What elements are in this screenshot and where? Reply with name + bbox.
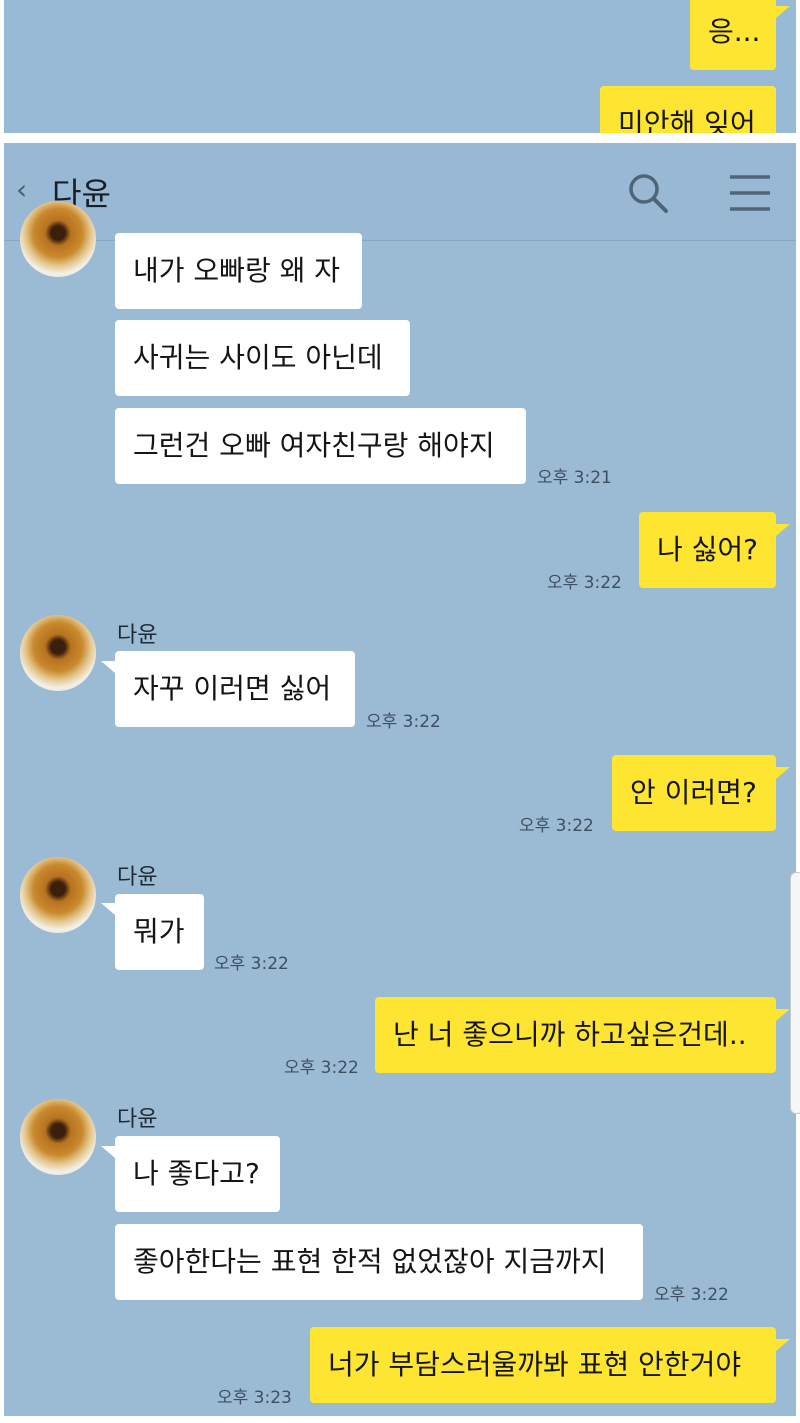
message-text: 자꾸 이러면 싫어 [133, 672, 332, 705]
sender-name: 다윤 [117, 623, 158, 648]
message-bubble-incoming[interactable]: 자꾸 이러면 싫어 [115, 651, 355, 727]
message-timestamp: 오후 3:22 [214, 954, 289, 974]
message-bubble-outgoing[interactable]: 미안해 잊어 [600, 86, 776, 133]
bubble-tail [101, 903, 115, 915]
bubble-tail [776, 1339, 790, 1351]
message-bubble-incoming[interactable]: 내가 오빠랑 왜 자 [115, 233, 362, 309]
avatar[interactable] [20, 857, 96, 933]
chat-screen: ‹ 다윤 내가 오빠랑 왜 자 사귀는 사이도 아닌데 그런건 오빠 여자친구랑… [4, 143, 796, 1416]
message-text: 나 싫어? [657, 533, 759, 566]
bubble-tail [776, 6, 790, 18]
bubble-tail [776, 524, 790, 536]
sender-name: 다윤 [117, 865, 158, 890]
message-text: 응... [708, 15, 761, 48]
message-timestamp: 오후 3:22 [654, 1285, 729, 1305]
message-bubble-incoming[interactable]: 사귀는 사이도 아닌데 [115, 320, 410, 396]
chat-header: ‹ 다윤 [4, 143, 796, 241]
bubble-tail [776, 767, 790, 779]
message-text: 그런건 오빠 여자친구랑 해야지 [133, 429, 495, 462]
message-timestamp: 오후 3:22 [547, 573, 622, 593]
message-text: 뭐가 [133, 915, 185, 948]
message-timestamp: 오후 3:21 [537, 468, 612, 488]
message-text: 좋아한다는 표현 한적 없었잖아 지금까지 [133, 1245, 607, 1278]
bubble-tail [101, 1146, 115, 1158]
message-timestamp: 오후 3:23 [217, 1388, 292, 1408]
chevron-left-icon[interactable]: ‹ [16, 173, 27, 206]
bubble-tail [776, 1009, 790, 1021]
previous-chat-strip: 응... 미안해 잊어 [4, 0, 796, 133]
message-timestamp: 오후 3:22 [284, 1058, 359, 1078]
message-text: 나 좋다고? [133, 1157, 260, 1190]
message-bubble-incoming[interactable]: 좋아한다는 표현 한적 없었잖아 지금까지 [115, 1224, 643, 1300]
message-text: 너가 부담스러울까봐 표현 안한거야 [328, 1348, 742, 1381]
message-bubble-outgoing[interactable]: 안 이러면? [612, 755, 776, 831]
message-bubble-outgoing[interactable]: 너가 부담스러울까봐 표현 안한거야 [310, 1327, 776, 1403]
message-text: 미안해 잊어 [618, 107, 756, 133]
message-timestamp: 오후 3:22 [519, 816, 594, 836]
message-text: 난 너 좋으니까 하고싶은건데.. [393, 1018, 747, 1051]
hamburger-menu-icon[interactable] [726, 171, 774, 215]
avatar[interactable] [20, 615, 96, 691]
message-bubble-outgoing[interactable]: 난 너 좋으니까 하고싶은건데.. [375, 997, 776, 1073]
message-bubble-outgoing[interactable]: 응... [690, 0, 776, 70]
message-text: 안 이러면? [630, 776, 757, 809]
message-text: 내가 오빠랑 왜 자 [133, 254, 341, 287]
message-timestamp: 오후 3:22 [366, 712, 441, 732]
bubble-tail [101, 661, 115, 673]
message-bubble-outgoing[interactable]: 나 싫어? [639, 512, 776, 588]
avatar[interactable] [20, 1099, 96, 1175]
scrollbar[interactable] [790, 872, 800, 1114]
message-text: 사귀는 사이도 아닌데 [133, 341, 383, 374]
message-bubble-incoming[interactable]: 뭐가 [115, 894, 204, 970]
message-bubble-incoming[interactable]: 그런건 오빠 여자친구랑 해야지 [115, 408, 526, 484]
sender-name: 다윤 [117, 1107, 158, 1132]
message-bubble-incoming[interactable]: 나 좋다고? [115, 1136, 280, 1212]
search-icon[interactable] [624, 169, 672, 217]
avatar[interactable] [20, 201, 96, 277]
